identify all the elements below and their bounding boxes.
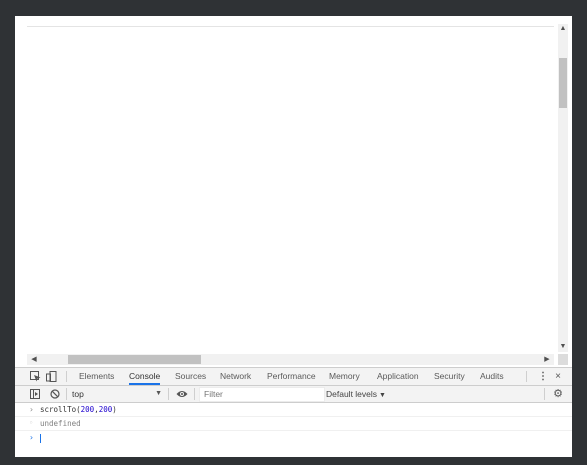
result-arrow-icon: ◦ [29, 419, 34, 427]
tab-separator [526, 371, 527, 382]
filter-input[interactable] [199, 387, 325, 402]
scroll-right-icon[interactable]: ▶ [542, 354, 552, 365]
toolbar-separator [168, 388, 169, 400]
context-select[interactable]: top ▼ [72, 387, 162, 401]
tab-console[interactable]: Console [129, 368, 161, 385]
page-viewport[interactable]: ▲ ▼ ◀ ▶ [15, 16, 572, 367]
close-devtools-icon[interactable]: × [552, 370, 564, 383]
tab-separator [66, 371, 67, 382]
console-result: undefined [40, 419, 81, 428]
scroll-corner [558, 354, 568, 365]
log-levels-label: Default levels [326, 389, 378, 399]
inspect-element-icon[interactable] [30, 371, 41, 382]
clear-console-icon[interactable] [50, 389, 60, 399]
tab-audits[interactable]: Audits [480, 368, 504, 385]
more-options-icon[interactable]: ⋮ [538, 370, 548, 383]
tab-network[interactable]: Network [220, 368, 251, 385]
devtools-tabbar: Elements Console Sources Network Perform… [15, 368, 572, 386]
scroll-down-icon[interactable]: ▼ [558, 342, 568, 352]
context-select-value: top [72, 389, 84, 399]
tab-application[interactable]: Application [377, 368, 419, 385]
vertical-scrollbar[interactable]: ▲ ▼ [558, 24, 568, 352]
tab-memory[interactable]: Memory [329, 368, 360, 385]
console-toolbar: top ▼ Default levels▼ ⚙ [15, 386, 572, 403]
devtools-panel: Elements Console Sources Network Perform… [15, 367, 572, 457]
gear-icon[interactable]: ⚙ [552, 388, 564, 400]
chevron-down-icon: ▼ [155, 390, 162, 397]
toolbar-separator [194, 388, 195, 400]
prompt-chevron-icon: › [29, 433, 34, 442]
console-command: scrollTo(200,200) [40, 405, 117, 414]
prompt-cursor [40, 431, 41, 444]
page-divider [27, 26, 554, 27]
console-output[interactable]: › scrollTo(200,200) ◦ undefined › [15, 403, 572, 457]
scroll-left-icon[interactable]: ◀ [29, 354, 39, 365]
console-input-entry: › scrollTo(200,200) [15, 403, 572, 417]
tab-performance[interactable]: Performance [267, 368, 316, 385]
device-toolbar-icon[interactable] [46, 371, 57, 382]
tab-security[interactable]: Security [434, 368, 465, 385]
console-prompt[interactable]: › [15, 431, 572, 444]
toolbar-separator [66, 388, 67, 400]
vertical-scroll-thumb[interactable] [559, 58, 567, 108]
horizontal-scroll-thumb[interactable] [68, 355, 201, 364]
tab-sources[interactable]: Sources [175, 368, 206, 385]
console-result-entry: ◦ undefined [15, 417, 572, 431]
chevron-right-icon: › [29, 405, 34, 414]
eye-icon[interactable] [176, 389, 188, 399]
tab-elements[interactable]: Elements [79, 368, 114, 385]
chevron-down-icon: ▼ [379, 392, 386, 399]
toolbar-separator [544, 388, 545, 400]
log-levels-dropdown[interactable]: Default levels ▼ [326, 387, 386, 401]
horizontal-scrollbar[interactable]: ◀ ▶ [27, 354, 554, 365]
sidebar-toggle-icon[interactable] [30, 389, 40, 399]
scroll-up-icon[interactable]: ▲ [558, 24, 568, 34]
browser-window: ▲ ▼ ◀ ▶ Elements Console Sources Network [15, 16, 572, 457]
